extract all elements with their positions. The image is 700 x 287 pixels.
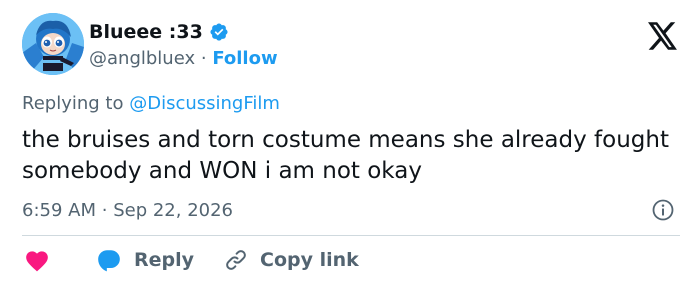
author-handle[interactable]: @anglbluex: [89, 48, 195, 69]
follow-button[interactable]: Follow: [212, 48, 277, 69]
reply-button[interactable]: Reply: [96, 248, 194, 272]
tweet-text: the bruises and torn costume means she a…: [22, 127, 669, 184]
heart-icon: [24, 248, 50, 272]
like-button[interactable]: [24, 248, 50, 272]
reply-label: Reply: [134, 249, 195, 271]
verified-badge-icon: [209, 22, 229, 42]
reply-mention-link[interactable]: @DiscussingFilm: [129, 93, 280, 114]
reply-bubble-icon: [96, 248, 122, 272]
author-name-row: Blueee :33: [89, 21, 229, 43]
handle-separator: ·: [200, 48, 207, 69]
timestamp-separator: ·: [101, 200, 108, 221]
author-handle-row: @anglbluex · Follow: [89, 48, 278, 69]
avatar[interactable]: [22, 13, 84, 75]
author-display-name[interactable]: Blueee :33: [89, 21, 203, 43]
x-logo-icon[interactable]: [648, 22, 678, 50]
tweet-time: 6:59 AM: [22, 200, 96, 221]
divider: [22, 235, 680, 236]
reply-context: Replying to @DiscussingFilm: [22, 93, 280, 114]
tweet-timestamp[interactable]: 6:59 AM · Sep 22, 2026: [22, 200, 233, 221]
reply-context-prefix: Replying to: [22, 93, 124, 114]
tweet-date: Sep 22, 2026: [113, 200, 234, 221]
copy-link-button[interactable]: Copy link: [224, 248, 359, 272]
info-icon[interactable]: [651, 198, 675, 222]
link-icon: [224, 248, 248, 272]
action-bar: Reply Copy link: [22, 246, 359, 274]
copy-link-label: Copy link: [260, 249, 359, 271]
